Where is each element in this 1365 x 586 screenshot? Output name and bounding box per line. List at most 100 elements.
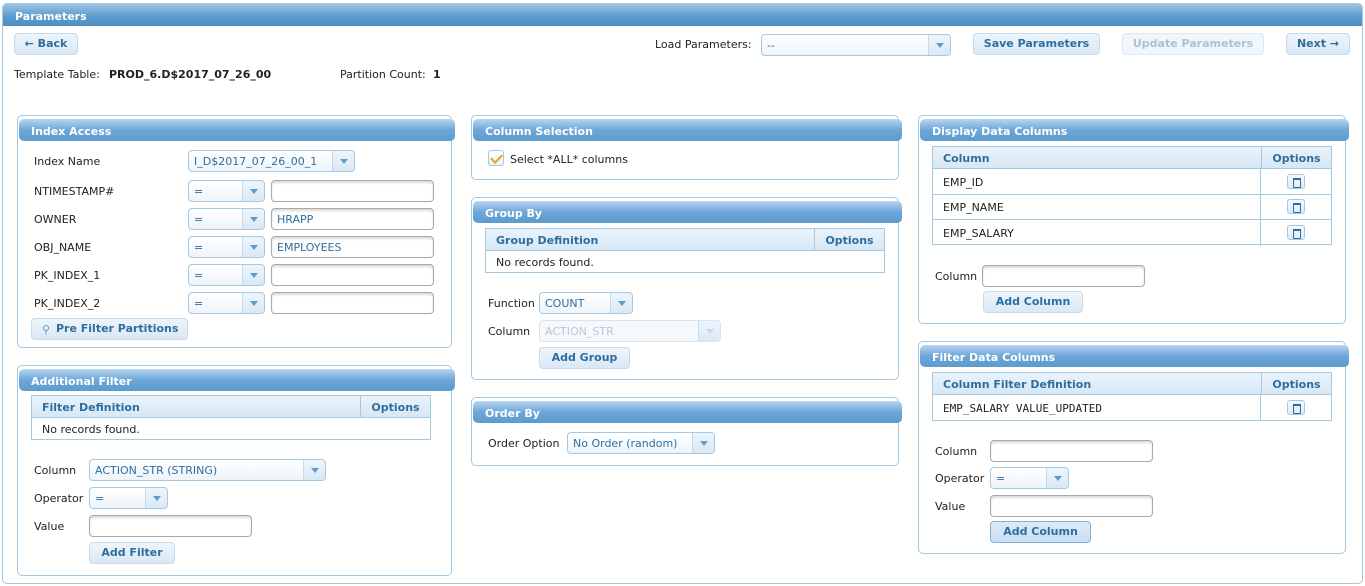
filter-table: Filter Definition Options No records fou… bbox=[31, 395, 431, 440]
group-empty-message: No records found. bbox=[496, 256, 594, 269]
page-header: Parameters bbox=[3, 4, 1362, 26]
chevron-down-icon[interactable] bbox=[698, 321, 720, 341]
group-by-title: Group By bbox=[473, 201, 902, 223]
index-col-value[interactable] bbox=[271, 264, 434, 286]
back-button[interactable]: ← Back bbox=[14, 33, 78, 55]
group-by-panel: Group By bbox=[471, 197, 902, 380]
group-column-label: Column bbox=[488, 325, 531, 338]
order-option-label: Order Option bbox=[488, 437, 560, 450]
load-parameters-select[interactable]: -- bbox=[761, 34, 951, 56]
pre-filter-partitions-button[interactable]: ⚲ Pre Filter Partitions bbox=[31, 318, 188, 340]
trash-icon[interactable] bbox=[1287, 225, 1305, 240]
index-col-value[interactable]: EMPLOYEES bbox=[271, 236, 434, 258]
display-column-input-label: Column bbox=[935, 270, 978, 283]
template-table-value: PROD_6.D$2017_07_26_00 bbox=[109, 68, 272, 81]
index-col-operator[interactable]: = bbox=[188, 236, 265, 258]
index-col-value[interactable] bbox=[271, 180, 434, 202]
chevron-down-icon[interactable] bbox=[610, 293, 632, 313]
display-column-name: EMP_ID bbox=[943, 176, 984, 189]
display-column-name: EMP_SALARY bbox=[943, 227, 1014, 240]
column-selection-panel: Column Selection bbox=[471, 115, 902, 180]
index-col-value[interactable] bbox=[271, 292, 434, 314]
index-col-operator[interactable]: = bbox=[188, 264, 265, 286]
group-function-select[interactable]: COUNT bbox=[539, 292, 633, 314]
filter-data-operator-label: Operator bbox=[935, 472, 985, 485]
template-table-label: Template Table: bbox=[14, 68, 100, 81]
display-columns-table: Column Options EMP_ID EMP_NAME EMP_SALAR… bbox=[932, 146, 1332, 246]
index-col-label: OBJ_NAME bbox=[34, 241, 92, 254]
partition-count-label: Partition Count: bbox=[340, 68, 426, 81]
additional-filter-title: Additional Filter bbox=[19, 369, 455, 391]
table-row: EMP_NAME bbox=[933, 194, 1331, 220]
index-col-label: OWNER bbox=[34, 213, 77, 226]
order-option-select[interactable]: No Order (random) bbox=[567, 432, 715, 454]
column-filter-definition: EMP_SALARY VALUE_UPDATED bbox=[943, 402, 1102, 415]
display-column-header: Column bbox=[933, 147, 1261, 169]
group-definition-header: Group Definition bbox=[486, 229, 814, 251]
chevron-down-icon[interactable] bbox=[242, 209, 264, 229]
add-display-column-button[interactable]: Add Column bbox=[983, 291, 1083, 313]
select-all-label: Select *ALL* columns bbox=[510, 153, 628, 166]
index-col-label: PK_INDEX_2 bbox=[34, 297, 101, 310]
index-col-label: NTIMESTAMP# bbox=[34, 185, 115, 198]
add-filter-button[interactable]: Add Filter bbox=[89, 542, 175, 564]
group-function-label: Function bbox=[488, 297, 535, 310]
filter-column-label: Column bbox=[34, 464, 77, 477]
chevron-down-icon[interactable] bbox=[242, 181, 264, 201]
filter-value-label: Value bbox=[34, 520, 65, 533]
index-col-label: PK_INDEX_1 bbox=[34, 269, 101, 282]
partition-count-value: 1 bbox=[433, 68, 441, 81]
next-button[interactable]: Next → bbox=[1286, 33, 1350, 55]
filter-columns-table: Column Filter Definition Options EMP_SAL… bbox=[932, 372, 1332, 421]
filter-columns-options-header: Options bbox=[1261, 373, 1331, 395]
trash-icon[interactable] bbox=[1287, 199, 1305, 214]
filter-data-column-label: Column bbox=[935, 445, 978, 458]
group-table: Group Definition Options No records foun… bbox=[485, 228, 885, 273]
chevron-down-icon[interactable] bbox=[145, 488, 167, 508]
chevron-down-icon[interactable] bbox=[242, 237, 264, 257]
trash-icon[interactable] bbox=[1287, 174, 1305, 189]
chevron-down-icon[interactable] bbox=[332, 151, 354, 171]
index-col-operator[interactable]: = bbox=[188, 292, 265, 314]
add-group-button[interactable]: Add Group bbox=[539, 347, 630, 369]
filter-data-column-input[interactable] bbox=[990, 440, 1153, 462]
filter-data-value-input[interactable] bbox=[990, 495, 1153, 517]
table-row: EMP_SALARY VALUE_UPDATED bbox=[933, 395, 1331, 421]
table-row: EMP_SALARY bbox=[933, 220, 1331, 246]
display-options-header: Options bbox=[1261, 147, 1331, 169]
index-col-operator[interactable]: = bbox=[188, 208, 265, 230]
chevron-down-icon[interactable] bbox=[242, 293, 264, 313]
group-column-select[interactable]: ACTION_STR bbox=[539, 320, 721, 342]
lightbulb-icon: ⚲ bbox=[42, 323, 51, 336]
chevron-down-icon[interactable] bbox=[242, 265, 264, 285]
filter-operator-select[interactable]: = bbox=[89, 487, 168, 509]
save-parameters-button[interactable]: Save Parameters bbox=[973, 33, 1100, 55]
filter-column-select[interactable]: ACTION_STR (STRING) bbox=[89, 459, 326, 481]
chevron-down-icon[interactable] bbox=[928, 35, 950, 55]
chevron-down-icon[interactable] bbox=[692, 433, 714, 453]
page-title: Parameters bbox=[15, 10, 87, 23]
index-name-select[interactable]: I_D$2017_07_26_00_1 bbox=[188, 150, 355, 172]
filter-value-input[interactable] bbox=[89, 515, 252, 537]
select-all-checkbox[interactable] bbox=[488, 150, 504, 166]
filter-data-operator-select[interactable]: = bbox=[990, 467, 1069, 489]
group-options-header: Options bbox=[814, 229, 884, 251]
filter-columns-title: Filter Data Columns bbox=[920, 345, 1349, 367]
display-column-input[interactable] bbox=[982, 265, 1145, 287]
column-filter-definition-header: Column Filter Definition bbox=[933, 373, 1261, 395]
load-parameters-label: Load Parameters: bbox=[655, 38, 752, 51]
filter-definition-header: Filter Definition bbox=[32, 396, 360, 418]
chevron-down-icon[interactable] bbox=[1046, 468, 1068, 488]
filter-empty-message: No records found. bbox=[42, 423, 140, 436]
index-col-operator[interactable]: = bbox=[188, 180, 265, 202]
update-parameters-button[interactable]: Update Parameters bbox=[1122, 33, 1264, 55]
trash-icon[interactable] bbox=[1287, 400, 1305, 415]
display-column-name: EMP_NAME bbox=[943, 201, 1004, 214]
filter-operator-label: Operator bbox=[34, 492, 84, 505]
column-selection-title: Column Selection bbox=[473, 119, 902, 141]
table-row: EMP_ID bbox=[933, 169, 1331, 195]
add-filter-column-button[interactable]: Add Column bbox=[990, 521, 1091, 543]
index-col-value[interactable]: HRAPP bbox=[271, 208, 434, 230]
chevron-down-icon[interactable] bbox=[303, 460, 325, 480]
index-access-title: Index Access bbox=[19, 119, 455, 141]
